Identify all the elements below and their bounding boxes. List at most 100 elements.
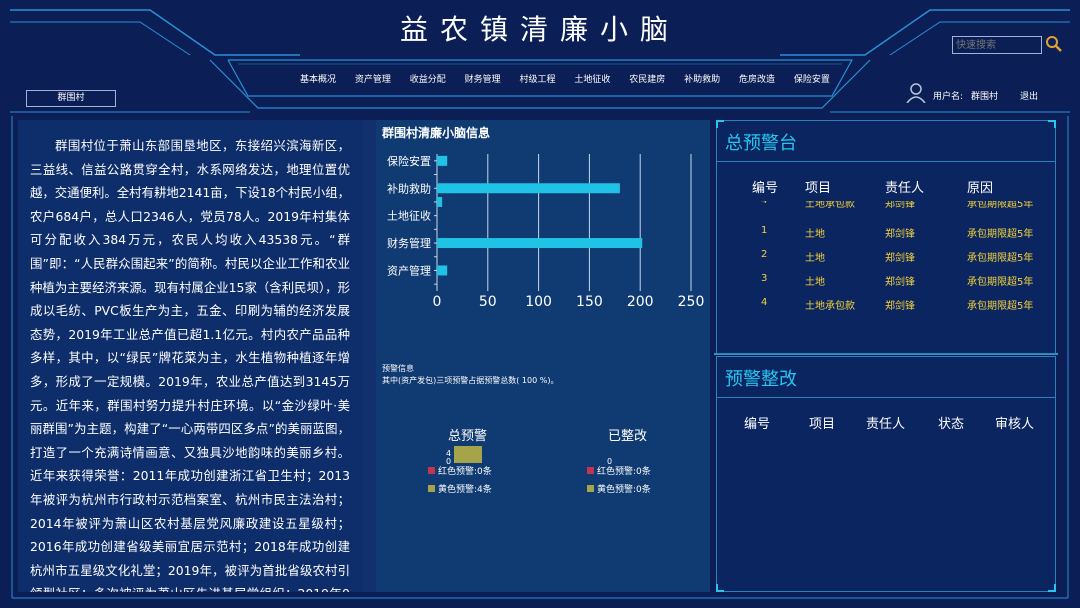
bar [437,238,643,249]
cell-owner: 郑剑锋 [885,277,915,288]
bar [437,183,620,194]
cell-item: 土地 [805,277,825,288]
nav-item-land[interactable]: 土地征收 [574,72,610,85]
village-selector[interactable]: 群围村 [26,90,116,107]
corner-decoration [716,120,724,128]
y-tick-label: 资产管理 [387,263,431,277]
alarm-panel: 总预警台 编号 项目 责任人 原因 4 土地承包款 郑剑锋 承包期限超5年 1 … [716,120,1056,354]
rectify-header-reviewer: 审核人 [995,417,1035,432]
rectify-panel-title: 预警整改 [725,369,797,390]
x-tick-label: 200 [627,294,654,308]
alarm-panel-title: 总预警台 [725,133,797,154]
cell-reason: 承包期限超5年 [967,253,1034,264]
total-yellow-count: 黄色预警:4条 [438,485,492,495]
x-tick-label: 100 [525,294,552,308]
divider [717,397,1055,398]
fixed-yellow-count: 黄色预警:0条 [597,485,651,495]
table-row[interactable]: 2 土地 郑剑锋 承包期限超5年 [717,249,1055,264]
page-title: 益农镇清廉小脑 [399,13,680,46]
rectify-header-status: 状态 [938,417,965,432]
table-row[interactable]: 3 土地 郑剑锋 承包期限超5年 [717,273,1055,288]
rectify-header-id: 编号 [744,417,771,432]
red-swatch [428,467,435,474]
search-icon[interactable] [1045,35,1063,53]
cell-owner: 郑剑锋 [885,301,915,311]
x-tick-label: 0 [433,294,442,308]
fixed-red-count: 红色预警:0条 [597,467,651,477]
cell-id: 4 [761,297,768,308]
bar [437,196,443,207]
cell-item: 土地 [805,253,825,264]
y-tick-label: 补助救助 [387,181,431,195]
alarm-header-owner: 责任人 [885,181,925,196]
user-label: 用户名: [933,92,964,102]
x-tick-label: 50 [479,294,497,308]
nav-item-income[interactable]: 收益分配 [410,72,446,85]
nav-item-housing[interactable]: 农民建房 [629,72,665,85]
rectify-panel: 预警整改 编号 项目 责任人 状态 审核人 [716,356,1056,592]
alarm-header-reason: 原因 [967,181,994,196]
total-warning-heading: 总预警 [448,429,488,444]
fixed-legend-red: 红色预警:0条 [587,464,651,477]
yellow-swatch [587,485,594,492]
total-legend-red: 红色预警:0条 [428,464,492,477]
cell-item: 土地承包款 [805,301,855,311]
y-tick-label: 财务管理 [387,236,431,250]
table-row[interactable]: 4 土地承包款 郑剑锋 承包期限超5年 [717,201,1055,210]
nav-item-insurance[interactable]: 保险安置 [794,72,830,85]
nav-item-projects[interactable]: 村级工程 [520,72,556,85]
cell-reason: 承包期限超5年 [967,201,1034,210]
village-intro-text: 群围村位于萧山东部围垦地区，东接绍兴滨海新区，三益线、信益公路贯穿全村，水系网络… [30,138,350,592]
bar [437,155,448,166]
y-tick-label: 土地征收 [387,209,431,223]
cell-id: 1 [761,225,768,236]
table-row[interactable]: 1 土地 郑剑锋 承包期限超5年 [717,225,1055,240]
warning-info-title: 预警信息 [382,364,414,373]
corner-decoration [1048,584,1056,592]
x-tick-label: 150 [576,294,603,308]
cell-owner: 郑剑锋 [885,229,915,240]
cell-id: 3 [761,273,768,284]
intro-scrollbar[interactable] [362,120,376,592]
rectify-header-item: 项目 [809,417,836,432]
cell-owner: 郑剑锋 [885,253,915,264]
divider [717,161,1055,162]
yellow-swatch [428,485,435,492]
info-panel: 群围村清廉小脑信息 0 50 100 150 200 250 保险安置补助救助土地征收财务管… [376,120,710,592]
y-tick-label: 保险安置 [387,154,431,168]
cell-reason: 承包期限超5年 [967,301,1034,311]
cell-item: 土地承包款 [805,201,855,210]
cell-reason: 承包期限超5年 [967,229,1034,240]
total-legend-yellow: 黄色预警:4条 [428,482,492,495]
user-icon [906,83,926,103]
info-panel-title: 群围村清廉小脑信息 [382,126,491,140]
alarm-header-item: 项目 [805,181,832,196]
alarm-header-id: 编号 [752,181,779,196]
nav-item-assets[interactable]: 资产管理 [355,72,391,85]
fixed-legend-yellow: 黄色预警:0条 [587,482,651,495]
logout-link[interactable]: 退出 [1020,89,1038,102]
x-tick-label: 250 [678,294,705,308]
table-row[interactable]: 4 土地承包款 郑剑锋 承包期限超5年 [717,297,1055,311]
search-input[interactable] [952,36,1042,54]
cell-id: 4 [761,201,767,206]
rectified-heading: 已整改 [608,429,648,444]
user-name: 群围村 [971,92,999,102]
nav-item-basic[interactable]: 基本概况 [300,72,336,85]
cell-id: 2 [761,249,768,260]
nav-item-dangerous-house[interactable]: 危房改造 [739,72,775,85]
cell-reason: 承包期限超5年 [967,277,1034,288]
corner-decoration [1048,120,1056,128]
red-swatch [587,467,594,474]
corner-decoration [716,584,724,592]
nav-item-aid[interactable]: 补助救助 [684,72,720,85]
warning-info-text: 其中(资产发包)三项预警占据预警总数( 100 %)。 [382,376,559,385]
nav-item-finance[interactable]: 财务管理 [465,72,501,85]
bar [437,265,448,276]
main-nav: 基本概况 资产管理 收益分配 财务管理 村级工程 土地征收 农民建房 补助救助 … [300,72,830,85]
total-mini-bar [454,446,482,463]
village-intro-panel: 群围村位于萧山东部围垦地区，东接绍兴滨海新区，三益线、信益公路贯穿全村，水系网络… [18,120,362,592]
category-bar-chart: 0 50 100 150 200 250 保险安置补助救助土地征收财务管理资产管理 [387,154,705,308]
cell-item: 土地 [805,229,825,240]
alarm-table-body: 4 土地承包款 郑剑锋 承包期限超5年 1 土地 郑剑锋 承包期限超5年 2 土… [717,201,1055,311]
